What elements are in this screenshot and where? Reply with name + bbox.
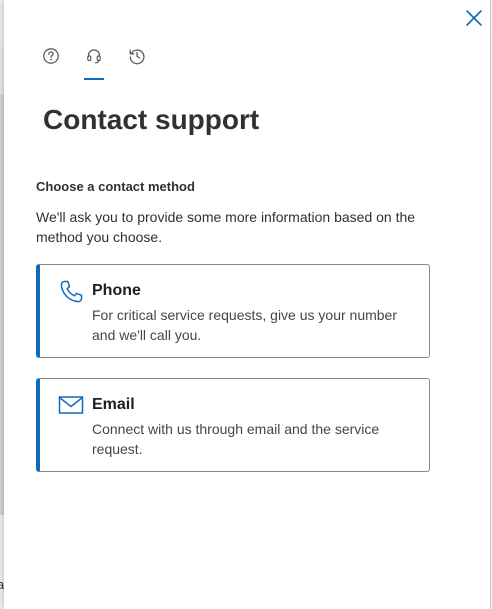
close-button[interactable] xyxy=(463,7,485,29)
section-heading: Choose a contact method xyxy=(36,179,195,194)
tab-history[interactable] xyxy=(126,44,150,80)
phone-icon xyxy=(60,280,83,303)
phone-option-title: Phone xyxy=(92,282,141,299)
email-option-title: Email xyxy=(92,396,135,413)
page-title: Contact support xyxy=(43,104,260,135)
tab-help[interactable] xyxy=(40,44,64,80)
headset-icon xyxy=(87,49,101,64)
email-option-card[interactable]: Email Connect with us through email and … xyxy=(36,378,430,472)
history-icon xyxy=(129,49,145,65)
close-icon xyxy=(466,10,482,26)
email-option-description: Connect with us through email and the se… xyxy=(92,421,380,457)
phone-option-description: For critical service requests, give us y… xyxy=(92,307,397,343)
section-description: We'll ask you to provide some more infor… xyxy=(36,209,416,245)
phone-option-card[interactable]: Phone For critical service requests, giv… xyxy=(36,264,430,358)
mail-icon xyxy=(58,396,84,414)
tab-contact-support[interactable] xyxy=(83,44,107,80)
help-icon xyxy=(43,48,59,64)
page: a Contact support Choose a contact metho… xyxy=(0,0,492,609)
support-panel: Contact support Choose a contact method … xyxy=(4,0,491,609)
